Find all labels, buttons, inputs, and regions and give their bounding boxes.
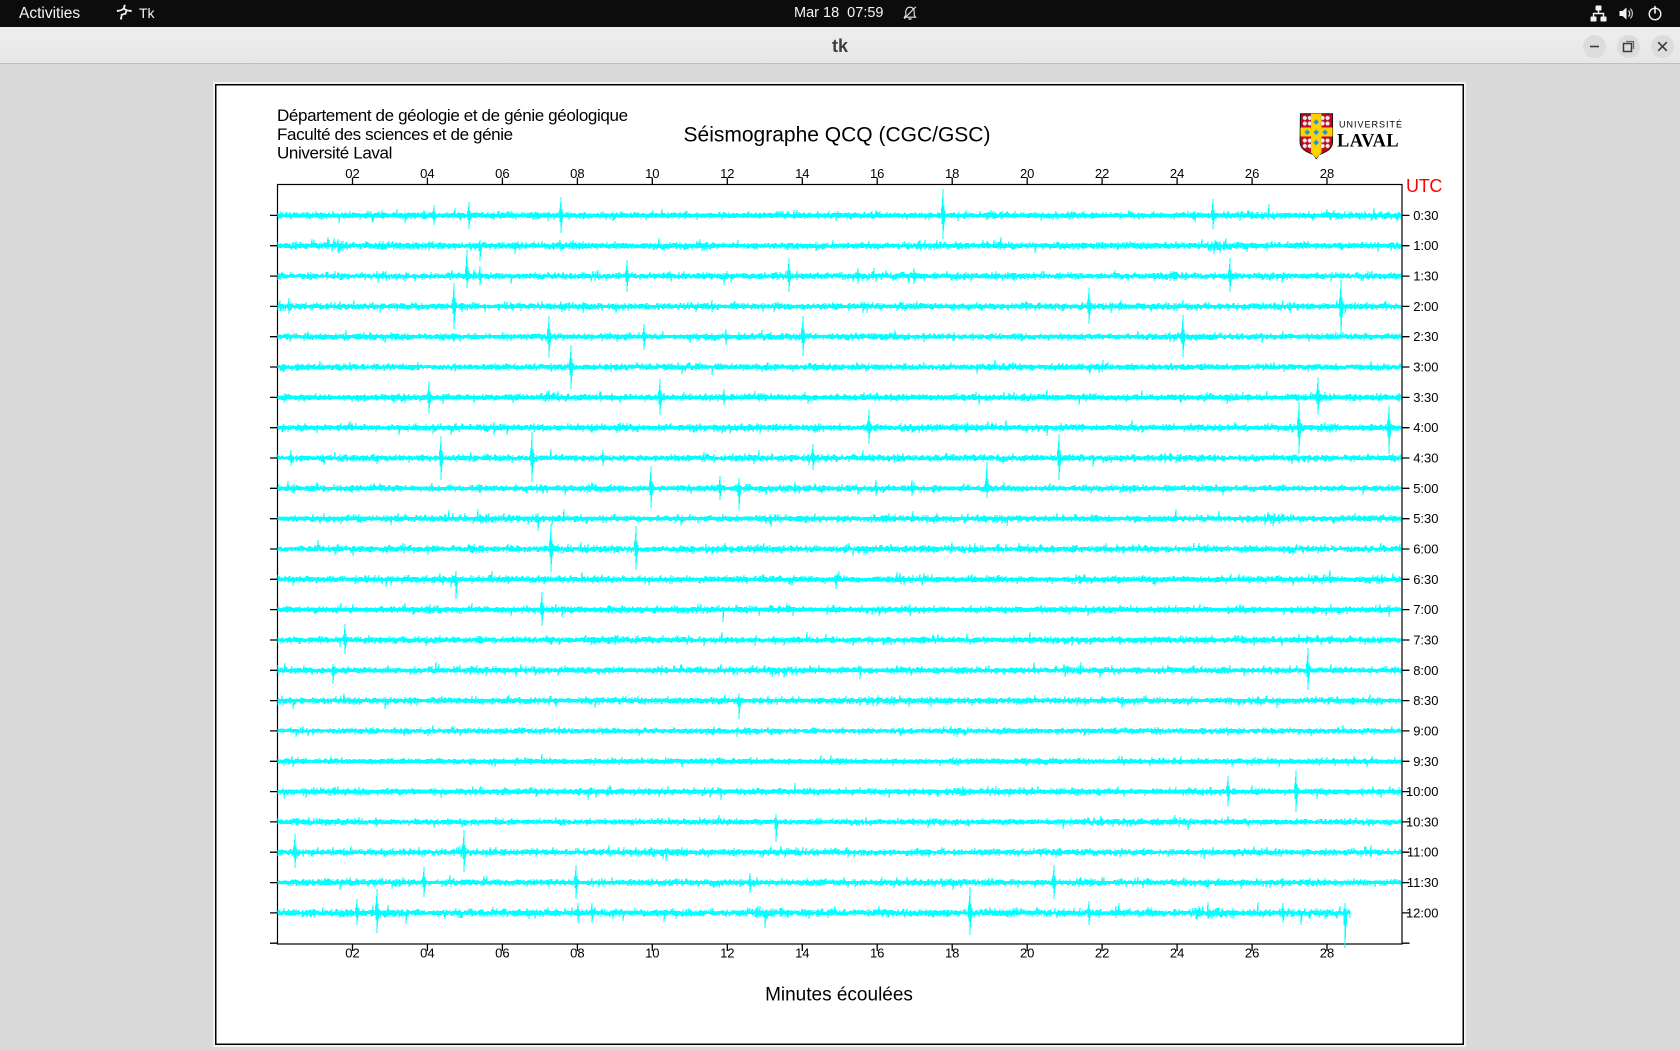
svg-text:02: 02 [345, 946, 359, 961]
svg-text:04: 04 [420, 946, 434, 961]
svg-text:22: 22 [1095, 946, 1109, 961]
svg-text:12:00: 12:00 [1406, 905, 1439, 920]
svg-text:11:30: 11:30 [1407, 875, 1439, 890]
svg-text:3:00: 3:00 [1413, 360, 1438, 375]
svg-text:Faculté des sciences et de gén: Faculté des sciences et de génie [277, 125, 513, 144]
svg-text:7:00: 7:00 [1413, 602, 1438, 617]
svg-text:04: 04 [420, 166, 434, 181]
svg-text:06: 06 [495, 946, 509, 961]
svg-text:6:00: 6:00 [1413, 542, 1438, 557]
svg-text:10: 10 [645, 166, 659, 181]
svg-text:18: 18 [945, 946, 959, 961]
svg-text:08: 08 [570, 166, 584, 181]
svg-text:12: 12 [720, 946, 734, 961]
svg-text:16: 16 [870, 166, 884, 181]
svg-text:4:30: 4:30 [1413, 451, 1438, 466]
svg-text:11:00: 11:00 [1407, 845, 1439, 860]
svg-text:0:30: 0:30 [1413, 208, 1438, 223]
svg-text:2:00: 2:00 [1413, 299, 1438, 314]
svg-text:10:30: 10:30 [1406, 814, 1439, 829]
svg-text:1:00: 1:00 [1413, 238, 1438, 253]
svg-text:18: 18 [945, 166, 959, 181]
svg-text:16: 16 [870, 946, 884, 961]
svg-text:14: 14 [795, 166, 809, 181]
svg-text:5:30: 5:30 [1413, 511, 1438, 526]
svg-text:Minutes écoulées: Minutes écoulées [765, 985, 913, 1006]
svg-text:10:00: 10:00 [1406, 784, 1439, 799]
svg-text:7:30: 7:30 [1413, 633, 1438, 648]
svg-text:4:00: 4:00 [1413, 420, 1438, 435]
svg-text:UTC: UTC [1406, 176, 1442, 196]
svg-text:22: 22 [1095, 166, 1109, 181]
svg-text:26: 26 [1245, 166, 1259, 181]
svg-text:8:00: 8:00 [1413, 663, 1438, 678]
svg-text:Séismographe QCQ (CGC/GSC): Séismographe QCQ (CGC/GSC) [684, 123, 991, 146]
svg-text:8:30: 8:30 [1413, 693, 1438, 708]
svg-text:06: 06 [495, 166, 509, 181]
svg-text:20: 20 [1020, 166, 1034, 181]
svg-text:Université Laval: Université Laval [277, 144, 392, 163]
svg-text:LAVAL: LAVAL [1337, 132, 1399, 152]
svg-text:24: 24 [1170, 946, 1184, 961]
svg-text:20: 20 [1020, 946, 1034, 961]
svg-text:28: 28 [1320, 166, 1334, 181]
svg-text:24: 24 [1170, 166, 1184, 181]
svg-text:5:00: 5:00 [1413, 481, 1438, 496]
svg-text:9:00: 9:00 [1413, 723, 1438, 738]
svg-text:3:30: 3:30 [1413, 390, 1438, 405]
svg-text:UNIVERSITÉ: UNIVERSITÉ [1339, 119, 1403, 129]
svg-text:9:30: 9:30 [1413, 754, 1438, 769]
svg-text:08: 08 [570, 946, 584, 961]
svg-text:14: 14 [795, 946, 809, 961]
svg-text:28: 28 [1320, 946, 1334, 961]
svg-text:2:30: 2:30 [1413, 329, 1438, 344]
svg-text:12: 12 [720, 166, 734, 181]
svg-text:Département de géologie et de: Département de géologie et de génie géol… [277, 106, 628, 125]
svg-text:6:30: 6:30 [1413, 572, 1438, 587]
svg-text:1:30: 1:30 [1413, 269, 1438, 284]
svg-text:26: 26 [1245, 946, 1259, 961]
svg-text:02: 02 [345, 166, 359, 181]
svg-text:10: 10 [645, 946, 659, 961]
